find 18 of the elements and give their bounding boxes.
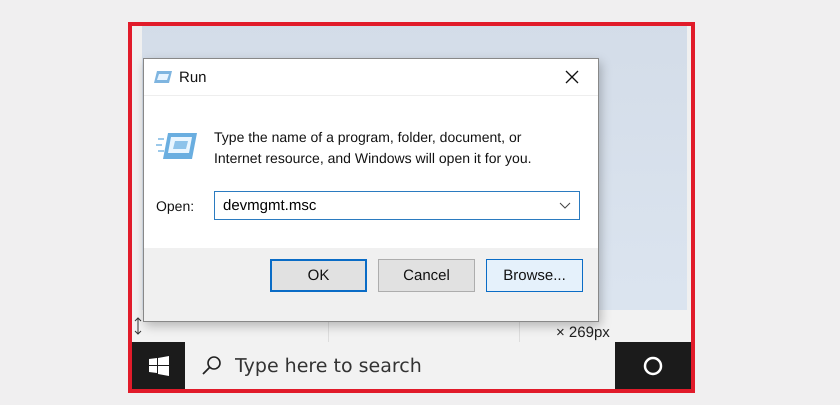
dialog-button[interactable]: Browse... xyxy=(486,259,583,292)
run-icon xyxy=(156,131,198,161)
search-icon xyxy=(201,354,223,376)
windows-logo-icon xyxy=(148,356,168,376)
cortana-button[interactable] xyxy=(615,342,691,389)
close-icon xyxy=(565,70,579,84)
dialog-button[interactable]: Cancel xyxy=(378,259,475,292)
window-title: Run xyxy=(179,68,208,86)
open-label: Open: xyxy=(156,198,196,214)
instruction-text: Type the name of a program, folder, document, or Internet resource, and Windows will open it for you. xyxy=(214,128,532,168)
dropdown-caret-icon xyxy=(559,202,571,210)
run-icon xyxy=(153,70,173,84)
image-size-text: × 269px xyxy=(556,324,610,341)
dialog-button[interactable]: OK xyxy=(270,259,367,292)
resize-icon xyxy=(134,317,142,335)
circle-icon xyxy=(643,356,663,376)
open-combobox[interactable]: devmgmt.msc xyxy=(214,191,580,220)
start-button[interactable] xyxy=(132,342,185,389)
